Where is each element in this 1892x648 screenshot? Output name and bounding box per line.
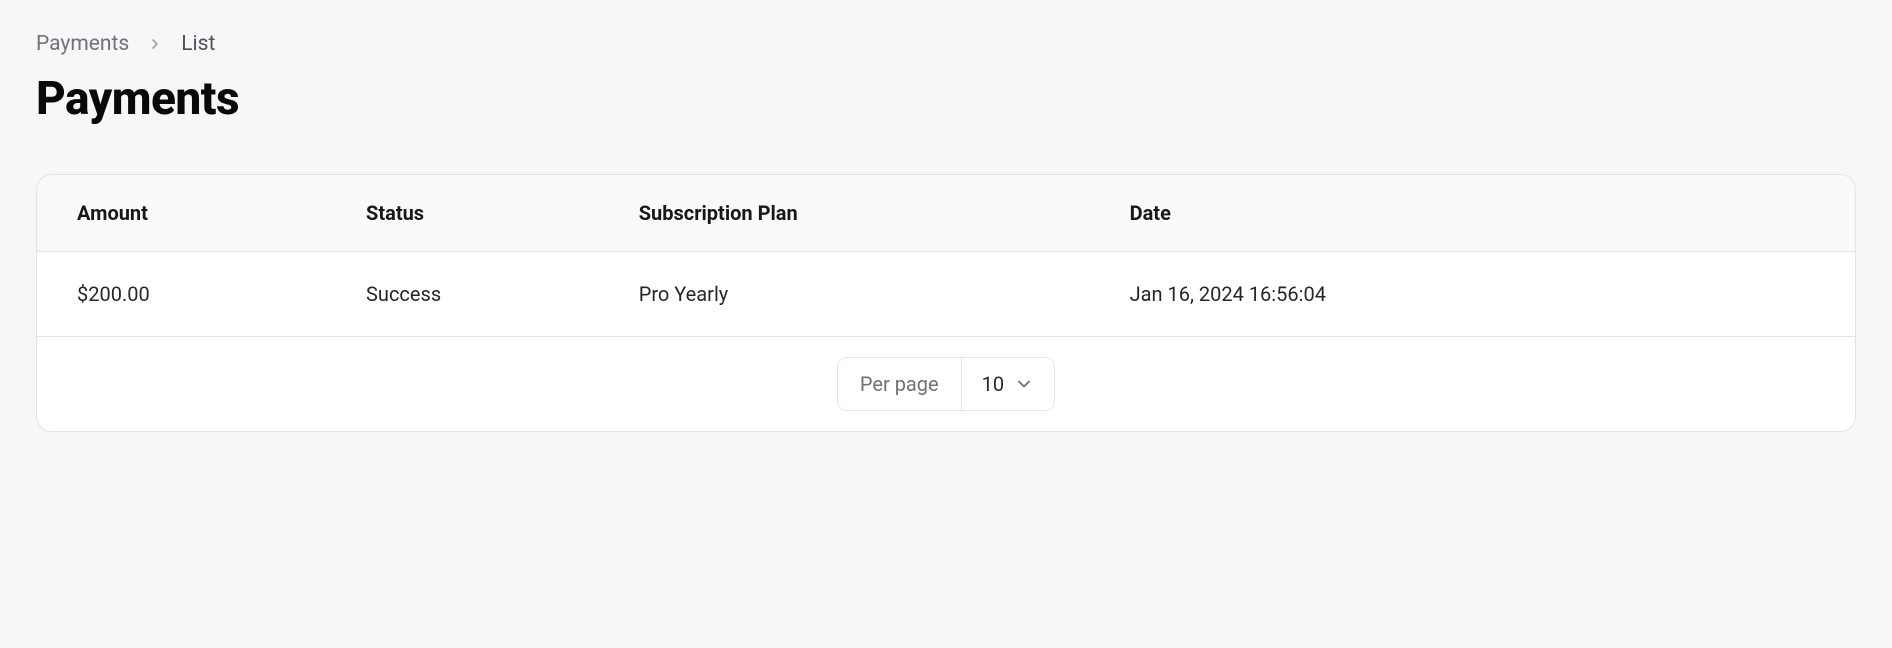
column-header-status: Status xyxy=(346,175,619,252)
payments-table-card: Amount Status Subscription Plan Date $20… xyxy=(36,174,1856,432)
column-header-amount: Amount xyxy=(37,175,346,252)
cell-date: Jan 16, 2024 16:56:04 xyxy=(1110,252,1855,337)
cell-amount: $200.00 xyxy=(37,252,346,337)
per-page-select[interactable]: 10 xyxy=(962,358,1054,410)
table-row: $200.00 Success Pro Yearly Jan 16, 2024 … xyxy=(37,252,1855,337)
column-header-plan: Subscription Plan xyxy=(619,175,1110,252)
payments-table: Amount Status Subscription Plan Date $20… xyxy=(37,175,1855,337)
per-page-control: Per page 10 xyxy=(837,357,1055,411)
cell-plan: Pro Yearly xyxy=(619,252,1110,337)
chevron-down-icon xyxy=(1014,374,1034,394)
breadcrumb-root[interactable]: Payments xyxy=(36,32,129,56)
cell-status: Success xyxy=(346,252,619,337)
breadcrumb: Payments List xyxy=(36,32,1856,56)
chevron-right-icon xyxy=(147,36,163,52)
page-title: Payments xyxy=(36,72,1856,126)
table-header-row: Amount Status Subscription Plan Date xyxy=(37,175,1855,252)
table-footer: Per page 10 xyxy=(37,337,1855,431)
per-page-label: Per page xyxy=(838,358,962,410)
breadcrumb-current: List xyxy=(181,32,215,56)
per-page-value: 10 xyxy=(982,372,1004,396)
column-header-date: Date xyxy=(1110,175,1855,252)
